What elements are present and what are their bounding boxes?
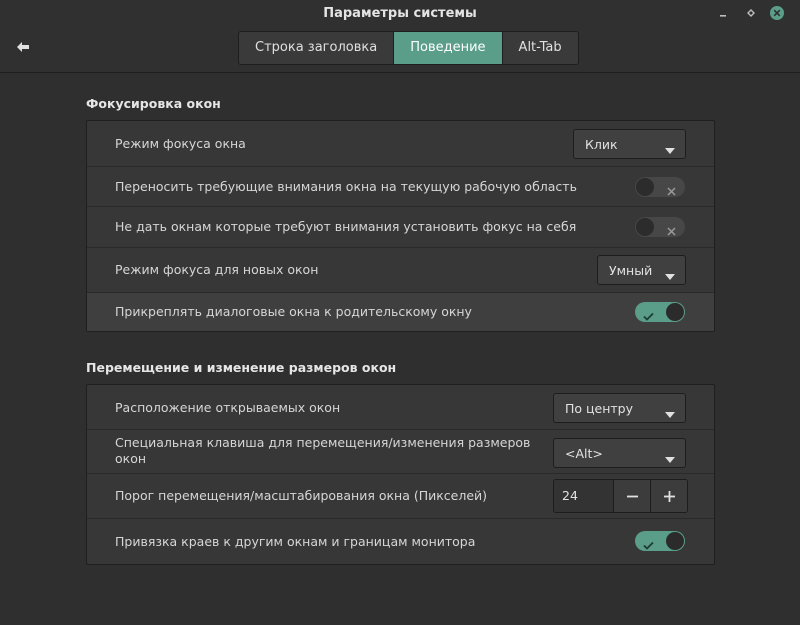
attach-dialogs-switch[interactable] (635, 302, 685, 322)
checkmark-icon (643, 306, 654, 325)
move-resize-settings-panel: Расположение открываемых окон По центру … (86, 384, 715, 565)
window-placement-dropdown[interactable]: По центру (553, 393, 686, 423)
edge-snapping-switch[interactable] (635, 531, 685, 551)
settings-row: Не дать окнам которые требуют внимания у… (87, 207, 714, 248)
focus-settings-panel: Режим фокуса окна Клик Переносить требую… (86, 120, 715, 332)
maximize-icon[interactable] (741, 4, 761, 22)
dropdown-value: Клик (585, 137, 618, 152)
section-title-focus: Фокусировка окон (86, 96, 221, 111)
tab-alt-tab[interactable]: Alt-Tab (502, 32, 578, 64)
x-icon (667, 181, 676, 200)
close-icon[interactable] (767, 4, 787, 22)
row-label: Режим фокуса окна (115, 136, 246, 151)
settings-row: Прикреплять диалоговые окна к родительск… (87, 293, 714, 331)
back-button[interactable] (10, 36, 36, 58)
checkmark-icon (643, 535, 654, 554)
row-label: Специальная клавиша для перемещения/изме… (115, 435, 531, 466)
minimize-icon[interactable] (713, 4, 733, 22)
modifier-key-dropdown[interactable]: <Alt> (553, 438, 686, 468)
header-bar: Параметры системы Строка заголовка Повед… (0, 0, 800, 73)
window-title: Параметры системы (323, 6, 477, 21)
settings-row: Переносить требующие внимания окна на те… (87, 167, 714, 207)
move-urgent-windows-switch[interactable] (635, 177, 685, 197)
dropdown-value: Умный (609, 263, 653, 278)
switch-knob (666, 532, 684, 550)
dropdown-value: По центру (565, 401, 634, 416)
minus-icon (626, 487, 638, 506)
new-window-focus-dropdown[interactable]: Умный (597, 255, 686, 285)
increment-button[interactable] (651, 480, 687, 512)
x-icon (667, 221, 676, 240)
focus-mode-dropdown[interactable]: Клик (573, 129, 686, 159)
row-label: Не дать окнам которые требуют внимания у… (115, 219, 577, 234)
settings-row: Порог перемещения/масштабирования окна (… (87, 474, 714, 519)
drag-threshold-spinner: 24 (553, 479, 688, 513)
caret-down-icon (665, 142, 675, 157)
settings-row: Расположение открываемых окон По центру (87, 385, 714, 430)
tab-titlebar[interactable]: Строка заголовка (239, 32, 395, 64)
row-label: Переносить требующие внимания окна на те… (115, 179, 577, 194)
row-label: Прикреплять диалоговые окна к родительск… (115, 304, 472, 319)
plus-icon (663, 487, 675, 506)
decrement-button[interactable] (614, 480, 651, 512)
dropdown-value: <Alt> (565, 446, 603, 461)
row-label: Порог перемещения/масштабирования окна (… (115, 488, 488, 503)
row-label: Привязка краев к другим окнам и границам… (115, 534, 476, 549)
caret-down-icon (665, 406, 675, 421)
tab-behavior[interactable]: Поведение (394, 32, 503, 64)
arrow-left-icon (16, 38, 30, 57)
row-label: Режим фокуса для новых окон (115, 262, 319, 277)
row-label: Расположение открываемых окон (115, 400, 341, 415)
switch-knob (636, 218, 654, 236)
settings-row: Специальная клавиша для перемещения/изме… (87, 430, 714, 474)
section-title-move-resize: Перемещение и изменение размеров окон (86, 360, 397, 375)
settings-row: Режим фокуса для новых окон Умный (87, 248, 714, 293)
prevent-focus-stealing-switch[interactable] (635, 217, 685, 237)
switch-knob (636, 178, 654, 196)
switch-knob (666, 303, 684, 321)
caret-down-icon (665, 268, 675, 283)
caret-down-icon (665, 451, 675, 466)
settings-row: Режим фокуса окна Клик (87, 121, 714, 167)
drag-threshold-input[interactable]: 24 (554, 480, 614, 512)
tab-bar: Строка заголовка Поведение Alt-Tab (238, 31, 579, 65)
settings-row: Привязка краев к другим окнам и границам… (87, 519, 714, 564)
